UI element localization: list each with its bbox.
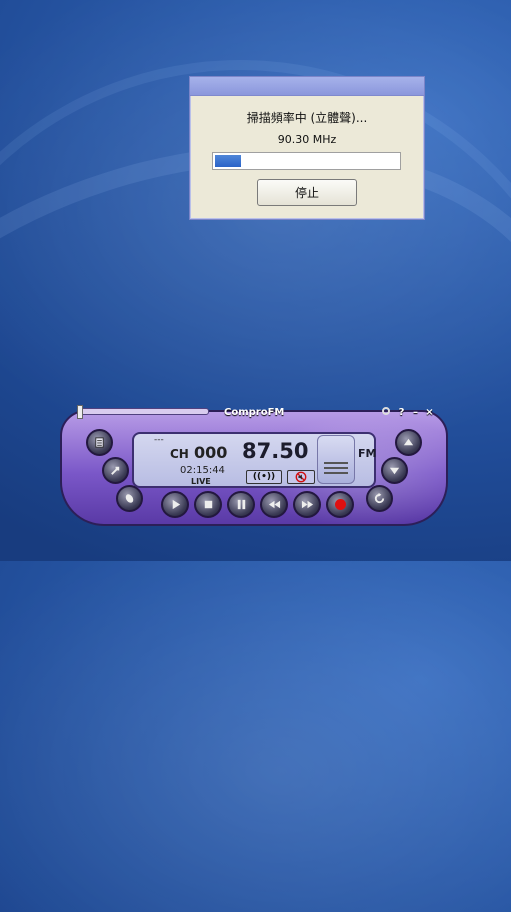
record-button[interactable] (326, 491, 354, 518)
play-button[interactable] (161, 491, 189, 518)
channel-up-button[interactable] (395, 429, 422, 456)
stop-button[interactable]: 停止 (257, 179, 357, 206)
compro-fm-player: ComproFM ? – × --- CH 000 87.50 FM 02:15… (60, 404, 450, 527)
scan-frequency: 90.30 MHz (277, 133, 337, 146)
playlist-icon (95, 437, 104, 448)
pause-button[interactable] (227, 491, 255, 518)
stop-icon (204, 500, 212, 509)
skin-button[interactable] (116, 485, 143, 512)
time-display: 02:15:44 (180, 465, 225, 476)
frequency-display: 87.50 (242, 439, 309, 463)
scan-progress-fill (215, 155, 241, 167)
close-button[interactable]: × (424, 407, 435, 418)
signal-meter-panel (317, 435, 355, 484)
scan-progress-bar (212, 152, 401, 170)
channel-down-icon (389, 467, 400, 475)
channel-label: CH (170, 447, 189, 461)
scan-dialog: 掃描頻率中 (立體聲)... 90.30 MHz 停止 (189, 76, 425, 220)
stop-playback-button[interactable] (194, 491, 222, 518)
record-icon (334, 499, 346, 510)
stereo-toggle[interactable]: ((•)) (246, 470, 282, 484)
mute-button[interactable] (287, 470, 315, 484)
help-button[interactable]: ? (396, 407, 407, 418)
fast-forward-icon (301, 500, 313, 509)
play-icon (172, 499, 180, 510)
return-icon (374, 492, 385, 504)
scan-button[interactable] (102, 457, 129, 484)
mode-label: LIVE (191, 477, 211, 486)
rewind-button[interactable] (260, 491, 288, 518)
channel-up-icon (403, 438, 414, 446)
app-title: ComproFM (224, 407, 285, 418)
return-button[interactable] (366, 485, 393, 512)
rewind-icon (268, 500, 280, 509)
pause-icon (237, 499, 245, 510)
skin-icon (125, 494, 134, 503)
channel-down-button[interactable] (381, 457, 408, 484)
settings-ring-icon[interactable] (382, 407, 393, 418)
window-controls: ? – × (382, 407, 435, 418)
scan-status-message: 掃描頻率中 (立體聲)... (246, 111, 368, 125)
transport-controls (161, 491, 354, 518)
volume-slider-knob[interactable] (77, 405, 83, 419)
playlist-button[interactable] (86, 429, 113, 456)
minimize-button[interactable]: – (410, 407, 421, 418)
fast-forward-button[interactable] (293, 491, 321, 518)
mute-icon (295, 471, 307, 483)
scan-icon (111, 466, 120, 475)
band-label: FM (358, 447, 377, 460)
rds-text: --- (154, 435, 164, 445)
volume-slider[interactable] (77, 405, 209, 419)
dialog-titlebar[interactable] (190, 77, 424, 96)
channel-number: 000 (194, 443, 228, 462)
